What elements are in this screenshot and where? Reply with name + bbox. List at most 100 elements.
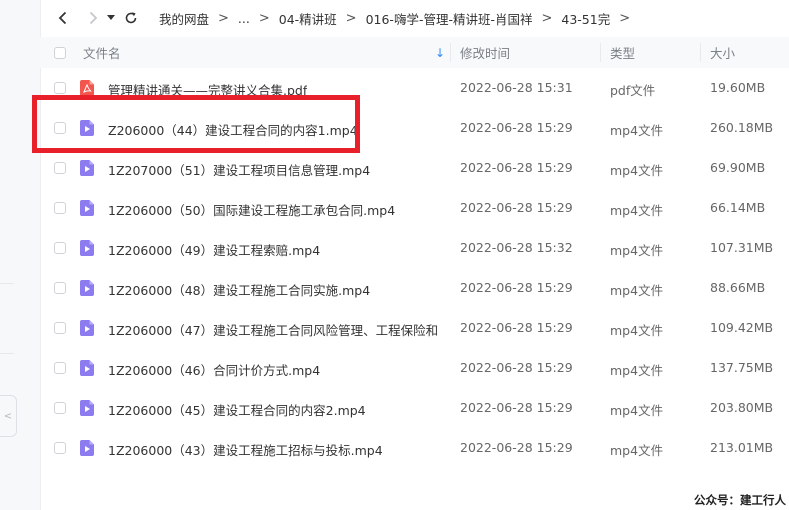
back-button[interactable] xyxy=(53,8,73,28)
file-size: 19.60MB xyxy=(710,80,766,95)
sidebar-collapse-button[interactable]: < xyxy=(0,395,17,437)
breadcrumb-item[interactable]: 我的网盘 xyxy=(159,9,209,28)
file-modified: 2022-06-28 15:29 xyxy=(460,120,573,135)
video-icon xyxy=(80,360,94,376)
file-name[interactable]: 1Z206000（50）国际建设工程施工承包合同.mp4 xyxy=(108,200,395,219)
column-divider[interactable] xyxy=(700,43,701,62)
breadcrumb-separator: > xyxy=(258,10,270,26)
file-size: 88.66MB xyxy=(710,280,766,295)
file-type: mp4文件 xyxy=(610,163,664,178)
row-checkbox[interactable] xyxy=(54,322,66,334)
row-checkbox[interactable] xyxy=(54,242,66,254)
sidebar-divider xyxy=(0,283,14,284)
file-modified: 2022-06-28 15:29 xyxy=(460,320,573,335)
video-icon xyxy=(80,320,94,336)
file-row[interactable]: 1Z206000（45）建设工程合同的内容2.mp4 2022-06-28 15… xyxy=(40,388,789,428)
file-type: mp4文件 xyxy=(610,123,664,138)
file-type: mp4文件 xyxy=(610,283,664,298)
breadcrumb-separator: > xyxy=(619,10,631,26)
video-icon xyxy=(80,240,94,256)
file-size: 69.90MB xyxy=(710,160,766,175)
file-name[interactable]: 1Z206000（49）建设工程索赔.mp4 xyxy=(108,240,320,259)
file-name[interactable]: 1Z206000（48）建设工程施工合同实施.mp4 xyxy=(108,280,370,299)
toolbar: 我的网盘 > ... > 04-精讲班 > 016-嗨学-管理-精讲班-肖国祥 … xyxy=(40,0,789,36)
file-name[interactable]: 1Z206000（43）建设工程施工招标与投标.mp4 xyxy=(108,440,383,459)
breadcrumb-item[interactable]: ... xyxy=(238,11,250,26)
video-icon xyxy=(80,200,94,216)
row-checkbox[interactable] xyxy=(54,82,66,94)
file-size: 107.31MB xyxy=(710,240,774,255)
file-type: mp4文件 xyxy=(610,443,664,458)
column-divider[interactable] xyxy=(600,43,601,62)
file-type: mp4文件 xyxy=(610,363,664,378)
forward-button[interactable] xyxy=(83,8,103,28)
caret-down-icon xyxy=(107,15,115,20)
video-icon xyxy=(80,160,94,176)
row-checkbox[interactable] xyxy=(54,402,66,414)
sort-arrow-icon[interactable]: ↓ xyxy=(435,37,445,68)
row-checkbox[interactable] xyxy=(54,162,66,174)
file-modified: 2022-06-28 15:29 xyxy=(460,360,573,375)
file-size: 109.42MB xyxy=(710,320,774,335)
file-size: 137.75MB xyxy=(710,360,774,375)
refresh-icon xyxy=(125,12,137,24)
file-name[interactable]: 1Z206000（47）建设工程施工合同风险管理、工程保险和... xyxy=(108,320,438,339)
file-modified: 2022-06-28 15:29 xyxy=(460,280,573,295)
file-row[interactable]: 1Z207000（51）建设工程项目信息管理.mp4 2022-06-28 15… xyxy=(40,148,789,188)
breadcrumb-item[interactable]: 04-精讲班 xyxy=(279,9,337,28)
history-dropdown[interactable] xyxy=(105,8,117,28)
breadcrumb-separator: > xyxy=(541,10,553,26)
file-size: 213.01MB xyxy=(710,440,774,455)
row-checkbox[interactable] xyxy=(54,362,66,374)
watermark: 公众号：建工行人 xyxy=(694,493,786,507)
file-row[interactable]: 1Z206000（50）国际建设工程施工承包合同.mp4 2022-06-28 … xyxy=(40,188,789,228)
file-name[interactable]: 1Z206000（45）建设工程合同的内容2.mp4 xyxy=(108,400,366,419)
breadcrumb-item-current[interactable]: 43-51完 xyxy=(561,9,610,28)
column-header-size[interactable]: 大小 xyxy=(710,37,735,68)
checkbox[interactable] xyxy=(54,46,66,59)
column-header-name[interactable]: 文件名 xyxy=(83,37,121,68)
file-type: mp4文件 xyxy=(610,323,664,338)
select-all-checkbox[interactable] xyxy=(54,37,66,68)
file-modified: 2022-06-28 15:31 xyxy=(460,80,573,95)
chevron-left-icon xyxy=(58,11,67,25)
file-size: 66.14MB xyxy=(710,200,766,215)
file-modified: 2022-06-28 15:29 xyxy=(460,200,573,215)
video-icon xyxy=(80,440,94,456)
row-checkbox[interactable] xyxy=(54,282,66,294)
highlight-box xyxy=(32,95,360,153)
file-row[interactable]: 1Z206000（47）建设工程施工合同风险管理、工程保险和... 2022-0… xyxy=(40,308,789,348)
file-modified: 2022-06-28 15:29 xyxy=(460,440,573,455)
file-size: 260.18MB xyxy=(710,120,774,135)
file-type: mp4文件 xyxy=(610,203,664,218)
row-checkbox[interactable] xyxy=(54,442,66,454)
file-row[interactable]: 1Z206000（43）建设工程施工招标与投标.mp4 2022-06-28 1… xyxy=(40,428,789,468)
file-modified: 2022-06-28 15:32 xyxy=(460,240,573,255)
refresh-button[interactable] xyxy=(121,8,141,28)
sidebar: < xyxy=(0,0,41,510)
chevron-right-icon xyxy=(89,11,98,25)
video-icon xyxy=(80,280,94,296)
file-type: pdf文件 xyxy=(610,83,656,98)
file-modified: 2022-06-28 15:29 xyxy=(460,400,573,415)
file-row[interactable]: 1Z206000（48）建设工程施工合同实施.mp4 2022-06-28 15… xyxy=(40,268,789,308)
file-row[interactable]: 1Z206000（46）合同计价方式.mp4 2022-06-28 15:29 … xyxy=(40,348,789,388)
file-list-header: 文件名 ↓ 修改时间 类型 大小 xyxy=(40,37,789,68)
row-checkbox[interactable] xyxy=(54,202,66,214)
file-modified: 2022-06-28 15:29 xyxy=(460,160,573,175)
breadcrumb-item[interactable]: 016-嗨学-管理-精讲班-肖国祥 xyxy=(366,9,533,28)
video-icon xyxy=(80,400,94,416)
file-name[interactable]: 1Z206000（46）合同计价方式.mp4 xyxy=(108,360,320,379)
file-name[interactable]: 1Z207000（51）建设工程项目信息管理.mp4 xyxy=(108,160,370,179)
sidebar-divider xyxy=(0,353,14,354)
pdf-icon xyxy=(80,80,94,96)
file-type: mp4文件 xyxy=(610,243,664,258)
breadcrumb-separator: > xyxy=(218,10,229,26)
breadcrumb: 我的网盘 > ... > 04-精讲班 > 016-嗨学-管理-精讲班-肖国祥 … xyxy=(159,9,639,28)
breadcrumb-separator: > xyxy=(345,10,357,26)
column-divider[interactable] xyxy=(450,43,451,62)
file-row[interactable]: 1Z206000（49）建设工程索赔.mp4 2022-06-28 15:32 … xyxy=(40,228,789,268)
column-header-modified[interactable]: 修改时间 xyxy=(460,37,510,68)
file-type: mp4文件 xyxy=(610,403,664,418)
column-header-type[interactable]: 类型 xyxy=(610,37,635,68)
